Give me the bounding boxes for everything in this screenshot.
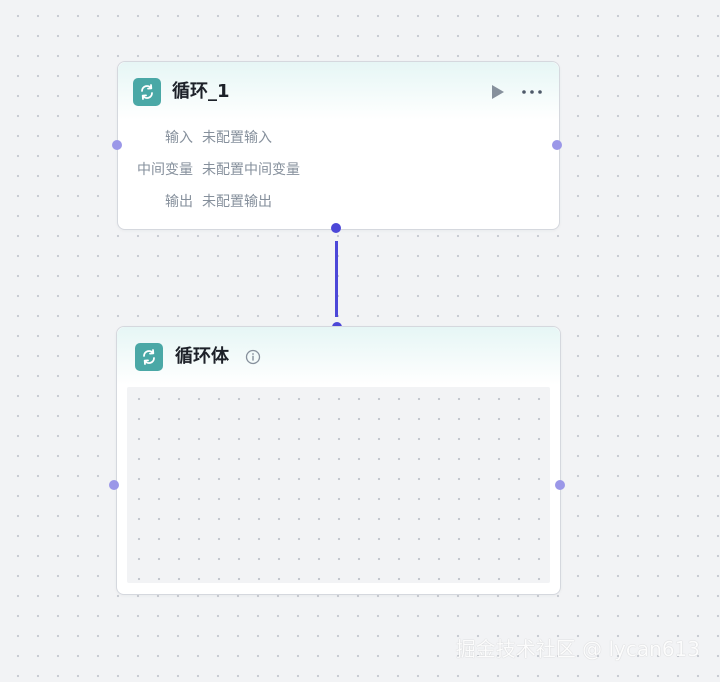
output-value: 未配置输出	[202, 194, 272, 210]
loop-node-left-port[interactable]	[112, 140, 122, 150]
loop-body-right-port[interactable]	[555, 480, 565, 490]
loop-node-right-port[interactable]	[552, 140, 562, 150]
input-value: 未配置输入	[202, 130, 272, 146]
loop-body-canvas[interactable]	[127, 387, 550, 583]
info-icon[interactable]	[245, 349, 261, 365]
output-row: 输出 未配置输出	[118, 192, 538, 212]
intermediate-variable-value: 未配置中间变量	[202, 162, 300, 178]
intermediate-variable-label: 中间变量	[137, 162, 193, 178]
input-label: 输入	[165, 130, 193, 146]
watermark-text: 掘金技术社区 @ lycan613	[455, 637, 700, 661]
loop-node-title: 循环_1	[172, 81, 230, 102]
intermediate-variable-row: 中间变量 未配置中间变量	[118, 160, 538, 180]
loop-icon	[135, 343, 163, 371]
loop-body-left-port[interactable]	[109, 480, 119, 490]
loop-node[interactable]: 循环_1 输入 未配置输入 中间变量 未配置中间变量 输出 未配置输出	[117, 61, 560, 230]
more-horizontal-icon[interactable]	[521, 84, 543, 100]
input-row: 输入 未配置输入	[118, 128, 538, 148]
loop-icon	[133, 78, 161, 106]
loop-body-title: 循环体	[175, 346, 229, 367]
loop-connection-edge[interactable]	[335, 241, 338, 317]
play-icon[interactable]	[491, 84, 505, 100]
loop-body-node[interactable]: 循环体	[116, 326, 561, 595]
output-label: 输出	[165, 194, 193, 210]
loop-node-bottom-port[interactable]	[331, 223, 341, 233]
